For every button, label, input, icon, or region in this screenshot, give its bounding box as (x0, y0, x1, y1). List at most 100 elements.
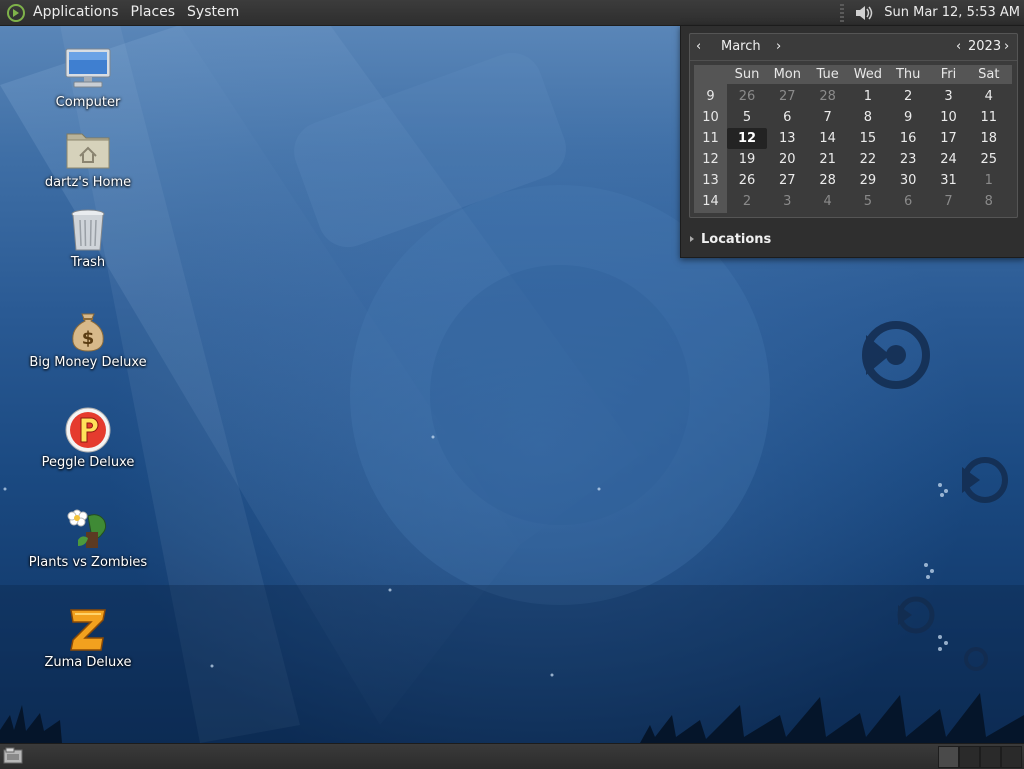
plants-vs-zombies-icon (64, 506, 112, 554)
calendar-day[interactable]: 8 (848, 107, 888, 128)
calendar-day[interactable]: 4 (808, 191, 848, 212)
week-number: 13 (702, 173, 719, 188)
mate-logo-icon[interactable] (5, 2, 27, 24)
desktop-icon-trash[interactable]: Trash (28, 206, 148, 270)
workspace-1[interactable] (938, 746, 959, 768)
desktop-icon-label: Plants vs Zombies (28, 555, 148, 570)
calendar-day-today[interactable]: 12 (727, 128, 767, 149)
zuma-logo-icon (64, 606, 112, 654)
locations-label: Locations (701, 231, 772, 247)
menu-system[interactable]: System (181, 0, 245, 25)
panel-drag-handle[interactable] (840, 3, 845, 22)
calendar-day[interactable]: 3 (767, 191, 807, 212)
year-label: 2023 (968, 39, 1002, 54)
expander-arrow-icon (690, 236, 694, 242)
calendar-day[interactable]: 14 (808, 128, 848, 149)
desktop-icon-plants-vs-zombies[interactable]: Plants vs Zombies (28, 506, 148, 570)
calendar-day[interactable]: 28 (808, 170, 848, 191)
desktop-icon-peggle-deluxe[interactable]: Peggle Deluxe (28, 406, 148, 470)
week-number: 9 (706, 89, 715, 104)
top-panel: Applications Places System Sun Mar 12, 5… (0, 0, 1024, 26)
calendar-day[interactable]: 21 (808, 149, 848, 170)
prev-month-button[interactable]: ‹ (696, 39, 701, 54)
calendar-day[interactable]: 13 (767, 128, 807, 149)
calendar-day[interactable]: 9 (888, 107, 928, 128)
speaker-volume-icon[interactable] (852, 2, 874, 24)
calendar-day[interactable]: 3 (929, 86, 969, 107)
show-desktop-icon[interactable] (3, 747, 23, 765)
calendar-day[interactable]: 6 (888, 191, 928, 212)
calendar-day[interactable]: 22 (848, 149, 888, 170)
calendar-day[interactable]: 17 (929, 128, 969, 149)
desktop-icon-label: Computer (55, 95, 121, 110)
calendar-day[interactable]: 5 (848, 191, 888, 212)
calendar-day[interactable]: 1 (848, 86, 888, 107)
calendar-header: ‹ March › ‹ 2023 › (690, 34, 1017, 61)
week-number: 10 (702, 110, 719, 125)
trash-can-icon (64, 206, 112, 254)
money-bag-icon: $ (64, 306, 112, 354)
weekday-header: Tue (816, 67, 839, 82)
workspace-2[interactable] (959, 746, 980, 768)
calendar-day[interactable]: 4 (969, 86, 1009, 107)
month-label: March (721, 39, 761, 54)
desktop-icon-home[interactable]: dartz's Home (28, 126, 148, 190)
calendar-grid: Sun Mon Tue Wed Thu Fri Sat 9 26 27 28 1 2 3 4 10 5 6 7 8 9 1… (694, 65, 1012, 213)
next-year-button[interactable]: › (1004, 39, 1009, 54)
calendar-day[interactable]: 31 (929, 170, 969, 191)
calendar-day[interactable]: 26 (727, 86, 767, 107)
prev-year-button[interactable]: ‹ (956, 39, 961, 54)
calendar-day[interactable]: 30 (888, 170, 928, 191)
svg-text:$: $ (82, 328, 95, 349)
weekday-header: Sat (978, 67, 1000, 82)
calendar-day[interactable]: 29 (848, 170, 888, 191)
calendar-day[interactable]: 6 (767, 107, 807, 128)
clock-applet[interactable]: Sun Mar 12, 5:53 AM (874, 5, 1024, 20)
calendar-day[interactable]: 2 (727, 191, 767, 212)
menu-applications[interactable]: Applications (27, 0, 125, 25)
calendar-day[interactable]: 25 (969, 149, 1009, 170)
peggle-logo-icon (64, 406, 112, 454)
calendar-day[interactable]: 28 (808, 86, 848, 107)
calendar-day[interactable]: 1 (969, 170, 1009, 191)
calendar-day[interactable]: 18 (969, 128, 1009, 149)
calendar-day[interactable]: 26 (727, 170, 767, 191)
week-number: 14 (702, 194, 719, 209)
calendar-day[interactable]: 7 (929, 191, 969, 212)
calendar-day[interactable]: 16 (888, 128, 928, 149)
desktop-icon-label: Trash (70, 255, 106, 270)
home-folder-icon (64, 126, 112, 174)
desktop-icon-label: Zuma Deluxe (44, 655, 132, 670)
desktop-icon-computer[interactable]: Computer (28, 46, 148, 110)
calendar-day[interactable]: 23 (888, 149, 928, 170)
calendar-day[interactable]: 24 (929, 149, 969, 170)
calendar-day[interactable]: 27 (767, 170, 807, 191)
calendar-day[interactable]: 10 (929, 107, 969, 128)
weekday-header: Wed (853, 67, 883, 82)
calendar-day[interactable]: 27 (767, 86, 807, 107)
panel-tray: Sun Mar 12, 5:53 AM (840, 0, 1024, 25)
calendar-day[interactable]: 15 (848, 128, 888, 149)
weekday-header: Mon (773, 67, 801, 82)
calendar-day[interactable]: 7 (808, 107, 848, 128)
calendar-day[interactable]: 20 (767, 149, 807, 170)
bottom-panel (0, 743, 1024, 769)
desktop-icon-zuma-deluxe[interactable]: Zuma Deluxe (28, 606, 148, 670)
locations-expander[interactable]: Locations (690, 229, 771, 249)
workspace-4[interactable] (1001, 746, 1022, 768)
menu-places[interactable]: Places (125, 0, 182, 25)
next-month-button[interactable]: › (776, 39, 781, 54)
computer-monitor-icon (64, 46, 112, 94)
weekday-header: Fri (940, 67, 957, 82)
calendar-day[interactable]: 5 (727, 107, 767, 128)
desktop-icon-big-money-deluxe[interactable]: $ Big Money Deluxe (28, 306, 148, 370)
weekday-header: Thu (895, 67, 921, 82)
calendar-popup: ‹ March › ‹ 2023 › Sun Mon Tue Wed Thu Fri Sat… (680, 25, 1024, 258)
calendar-day[interactable]: 11 (969, 107, 1009, 128)
calendar-day[interactable]: 8 (969, 191, 1009, 212)
workspace-3[interactable] (980, 746, 1001, 768)
week-number: 11 (702, 131, 719, 146)
calendar-day[interactable]: 19 (727, 149, 767, 170)
week-number: 12 (702, 152, 719, 167)
calendar-day[interactable]: 2 (888, 86, 928, 107)
